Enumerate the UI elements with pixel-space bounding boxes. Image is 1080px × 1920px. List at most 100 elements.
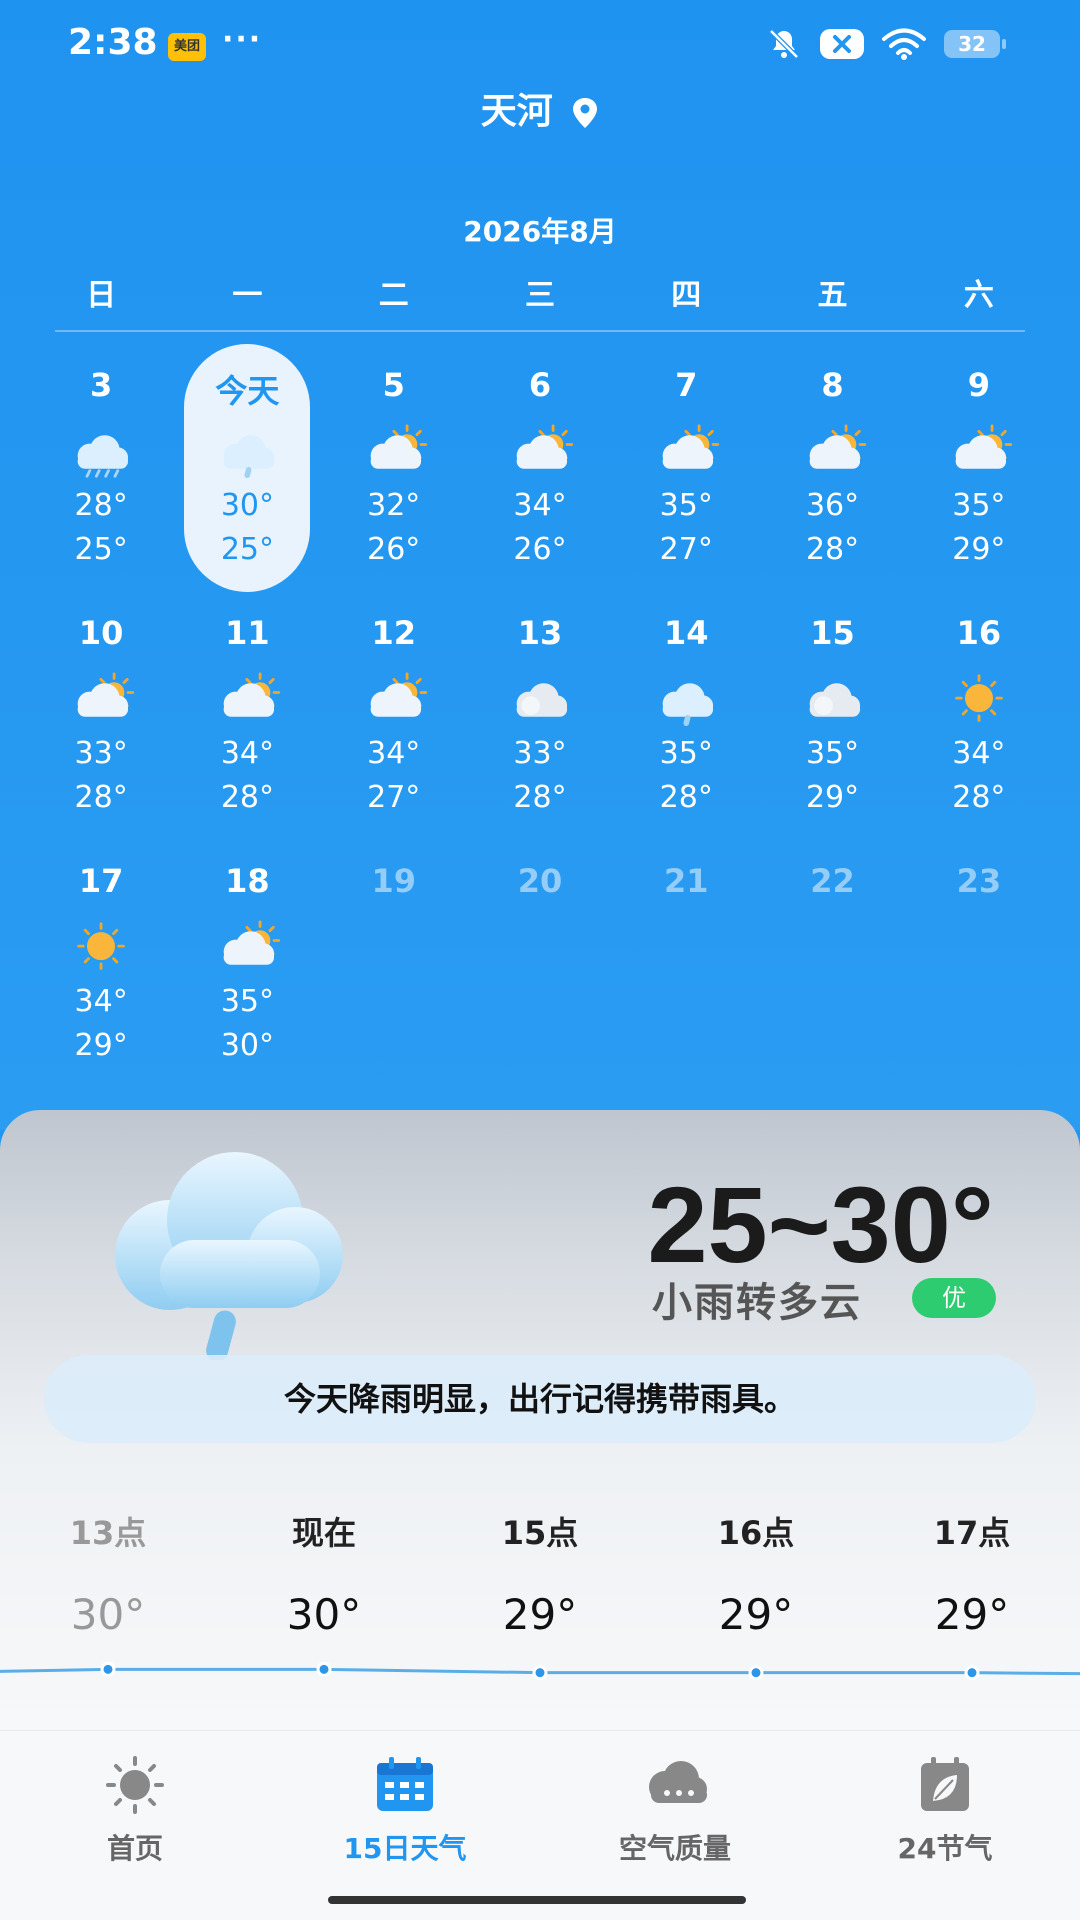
calendar-day[interactable]: 17 34° 29° [28, 836, 174, 1084]
day-low-temp: 27° [659, 532, 713, 567]
day-number: 今天 [215, 372, 280, 410]
day-number: 23 [956, 862, 1002, 900]
calendar-day[interactable]: 7 35° 27° [613, 340, 759, 588]
status-time: 2:38 [68, 22, 158, 63]
nav-home-label: 首页 [106, 1832, 163, 1865]
calendar-day[interactable]: 3 28° 25° [28, 340, 174, 588]
nav-15day[interactable]: 15日天气 [305, 1755, 505, 1867]
day-low-temp: 29° [74, 1028, 128, 1063]
calendar-day-today[interactable]: 今天 30° 25° [174, 340, 320, 592]
cloud-aqi-icon [649, 1761, 707, 1803]
calendar-week-row: 17 34° 29° 18 35° 30° 19 20 21 22 23 [28, 836, 1052, 1084]
day-high-temp: 34° [367, 736, 421, 771]
cloudy-icon [809, 683, 860, 717]
hour-temp: 30° [70, 1590, 146, 1639]
calendar-day[interactable]: 18 35° 30° [174, 836, 320, 1084]
weekday-label: 五 [817, 278, 848, 313]
day-low-temp: 28° [513, 780, 567, 815]
calendar-day[interactable]: 10 33° 28° [28, 588, 174, 836]
day-low-temp: 25° [74, 532, 128, 567]
weekday-label: 二 [378, 278, 409, 313]
day-low-temp: 30° [220, 1028, 275, 1063]
day-high-temp: 34° [513, 488, 567, 523]
day-low-temp: 28° [659, 780, 713, 815]
bottom-nav: 首页 15日天气 空气质量 24节气 [0, 1730, 1080, 1920]
partly-cloudy-icon [516, 424, 574, 469]
day-high-temp: 28° [74, 488, 128, 523]
calendar-week-row: 10 33° 28° 11 34° 28° 12 34° 27° 13 33° 28° 14 3… [28, 588, 1052, 836]
day-low-temp: 29° [805, 780, 860, 815]
weekday-header: 日 一 二 三 四 五 六 [28, 270, 1052, 314]
location-name: 天河 [480, 91, 553, 132]
day-high-temp: 34° [74, 984, 128, 1019]
day-number: 7 [675, 366, 698, 404]
calendar-day: 21 [613, 836, 759, 1084]
partly-cloudy-icon [224, 920, 281, 965]
day-number: 22 [810, 862, 855, 900]
day-low-temp: 28° [952, 780, 1006, 815]
hour-temp: 29° [934, 1590, 1010, 1639]
air-quality-badge[interactable]: 优 [912, 1278, 996, 1318]
partly-cloudy-icon [809, 424, 866, 469]
day-number: 21 [664, 862, 709, 900]
nav-air-quality[interactable]: 空气质量 [575, 1755, 775, 1867]
battery-icon: 32 [944, 30, 1006, 58]
day-high-temp: 30° [220, 488, 275, 523]
calendar-day[interactable]: 9 35° 29° [906, 340, 1052, 588]
day-number: 6 [528, 366, 552, 404]
partly-cloudy-icon [662, 424, 720, 469]
calendar-day[interactable]: 15 35° 29° [759, 588, 905, 836]
day-number: 14 [664, 614, 709, 652]
day-low-temp: 25° [220, 532, 275, 567]
hour-label: 现在 [291, 1514, 356, 1552]
partly-cloudy-icon [224, 672, 281, 717]
calendar-day[interactable]: 12 34° 27° [321, 588, 467, 836]
calendar-day[interactable]: 8 36° 28° [759, 340, 905, 588]
partly-cloudy-icon [370, 672, 427, 717]
calendar-day[interactable]: 5 32° 26° [321, 340, 467, 588]
wifi-icon [882, 28, 926, 60]
hour-label: 15点 [501, 1514, 579, 1552]
day-number: 15 [810, 614, 855, 652]
calendar-day[interactable]: 11 34° 28° [174, 588, 320, 836]
hour-label: 13点 [69, 1514, 147, 1552]
day-number: 8 [821, 366, 844, 404]
day-high-temp: 33° [513, 736, 567, 771]
meituan-notification-icon: 美团 [168, 33, 206, 61]
calendar-day[interactable]: 6 34° 26° [467, 340, 613, 588]
day-low-temp: 28° [805, 532, 860, 567]
day-low-temp: 26° [367, 532, 421, 567]
day-number: 9 [967, 366, 990, 404]
calendar-day[interactable]: 16 34° 28° [906, 588, 1052, 836]
day-low-temp: 29° [952, 532, 1006, 567]
partly-cloudy-icon [77, 672, 135, 717]
calendar-day[interactable]: 13 33° 28° [467, 588, 613, 836]
nav-solar-terms[interactable]: 24节气 [845, 1755, 1045, 1867]
day-high-temp: 34° [220, 736, 275, 771]
hour-temp: 29° [502, 1590, 578, 1639]
calendar-day: 19 [321, 836, 467, 1084]
nav-air-quality-label: 空气质量 [618, 1832, 731, 1865]
sunny-icon [955, 674, 1003, 722]
day-number: 17 [78, 862, 124, 900]
day-number: 13 [517, 614, 563, 652]
day-high-temp: 36° [805, 488, 860, 523]
calendar-day[interactable]: 14 35° 28° [613, 588, 759, 836]
day-number: 19 [371, 862, 416, 900]
close-box-icon [820, 29, 864, 59]
light-rain-cloud-icon [662, 683, 714, 727]
hour-label: 17点 [933, 1514, 1011, 1552]
calendar-grid: 3 28° 25° 今天 30° 25° 5 32° 26° 6 34° 26° 7 35° 27… [28, 340, 1052, 1084]
home-indicator[interactable] [328, 1896, 746, 1904]
temp-point [316, 1661, 332, 1677]
day-low-temp: 28° [74, 780, 128, 815]
system-icons: 32 [766, 26, 1006, 62]
hour-label: 16点 [717, 1514, 795, 1552]
light-rain-cloud-icon [115, 1152, 343, 1360]
nav-solar-terms-label: 24节气 [897, 1832, 993, 1865]
nav-home[interactable]: 首页 [35, 1755, 235, 1867]
location-title[interactable]: 天河 [0, 82, 1080, 134]
temp-point [100, 1661, 116, 1677]
weekday-label: 四 [671, 278, 702, 313]
partly-cloudy-icon [370, 424, 427, 469]
